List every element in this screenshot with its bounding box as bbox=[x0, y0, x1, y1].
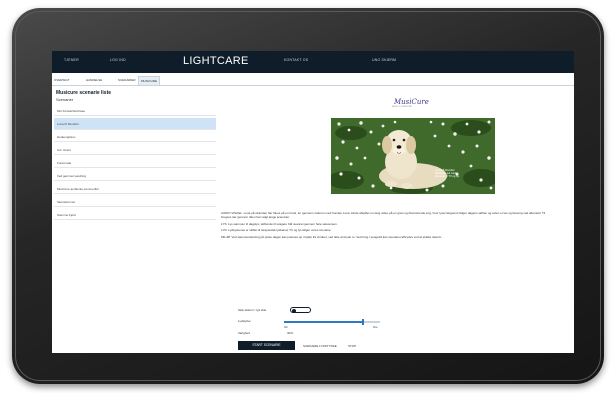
scenario-description: AUDIO VISUEL: Luna på stranden har fokus… bbox=[221, 211, 551, 243]
tab-oversigt[interactable]: OVERSIGT bbox=[54, 78, 70, 82]
scenario-item[interactable]: Min Fortsat/hold fase bbox=[54, 106, 216, 116]
duration-value: 30% bbox=[287, 331, 294, 335]
description-light: LYS: Lys sammen til dagslys, skiftende t… bbox=[221, 221, 338, 226]
volume-slider-handle[interactable] bbox=[361, 319, 364, 325]
musicure-tagline: MUSIC TO RESTORE bbox=[392, 106, 412, 108]
scenario-item[interactable]: Stemme Fjeld bbox=[54, 210, 216, 220]
tab-scenarier[interactable]: SCENARIER bbox=[118, 78, 136, 82]
slider-min-label: Min bbox=[284, 326, 289, 329]
scenario-item-selected[interactable]: Luna Ift Mundtur bbox=[54, 118, 216, 130]
tab-bar: OVERSIGT HANDELSE SCENARIER MUSICURE bbox=[52, 76, 574, 86]
dog-in-flowers-image bbox=[331, 118, 495, 194]
page-title: Musicure scenarie liste bbox=[56, 90, 112, 96]
scenario-item[interactable]: Hedeengskov bbox=[54, 132, 216, 142]
volume-slider-fill bbox=[284, 321, 363, 323]
description-audiovisual: AUDIO VISUEL: Luna på stranden har fokus… bbox=[221, 211, 546, 219]
slider-max-label: Max bbox=[373, 326, 378, 329]
tab-handelse[interactable]: HANDELSE bbox=[86, 78, 102, 82]
volume-slider[interactable] bbox=[284, 319, 380, 325]
scenario-detail: MusiCure MUSIC TO RESTORE Luna på Mundtu… bbox=[218, 86, 574, 353]
nav-item-ung-skaerm[interactable]: UNG SKÆRM bbox=[372, 58, 396, 62]
volume-label: Lydstyrke bbox=[238, 319, 251, 323]
nav-item-tjener[interactable]: TJENER bbox=[64, 58, 79, 62]
stop-link[interactable]: STOP bbox=[348, 344, 356, 348]
nav-item-log-ind[interactable]: LOG IND bbox=[110, 58, 126, 62]
toggle-knob bbox=[292, 308, 296, 313]
start-scenario-button[interactable]: START SCENARIE bbox=[238, 341, 295, 350]
top-navigation: TJENER LOG IND LIGHTCARE KONTAKT OS UNG … bbox=[52, 51, 574, 73]
scenario-sidebar: Musicure scenarie liste Scenarier Min Fo… bbox=[52, 86, 216, 353]
scenario-item[interactable]: MusiCure ambiente-sommerflor bbox=[54, 184, 216, 194]
nav-item-kontakt[interactable]: KONTAKT OS bbox=[284, 58, 308, 62]
image-caption: Luna på Mundtur Naturlyde lyd med stemme… bbox=[435, 169, 460, 179]
description-environment: MILJØ: Ved sammensætning på pulse dagen … bbox=[221, 235, 443, 240]
scenario-item[interactable]: Ved gammel vandring bbox=[54, 171, 216, 181]
scenario-item[interactable]: Forest tale bbox=[54, 158, 216, 168]
toggle-label: Sluk skærm i lyd sluk bbox=[238, 308, 267, 312]
scenario-item[interactable]: Ud i Grønt bbox=[54, 145, 216, 155]
scenario-volume-link[interactable]: SCENARIE LYDSTYRKE bbox=[303, 344, 337, 348]
scenario-item[interactable]: Skovstemmer bbox=[54, 197, 216, 207]
musicure-logo: MusiCure bbox=[394, 98, 429, 106]
app-screen: TJENER LOG IND LIGHTCARE KONTAKT OS UNG … bbox=[52, 51, 574, 353]
screen-off-toggle[interactable] bbox=[290, 307, 311, 313]
tab-musicure[interactable]: MUSICURE bbox=[138, 76, 161, 85]
duration-label: Varighed bbox=[238, 331, 250, 335]
section-label: Scenarier bbox=[56, 97, 74, 102]
scenario-photo: Luna på Mundtur Naturlyde lyd med stemme… bbox=[331, 118, 495, 194]
app-logo: LIGHTCARE bbox=[183, 55, 249, 67]
description-sound: LYD: Lydsystemet er skiftet til terapeut… bbox=[221, 228, 332, 233]
